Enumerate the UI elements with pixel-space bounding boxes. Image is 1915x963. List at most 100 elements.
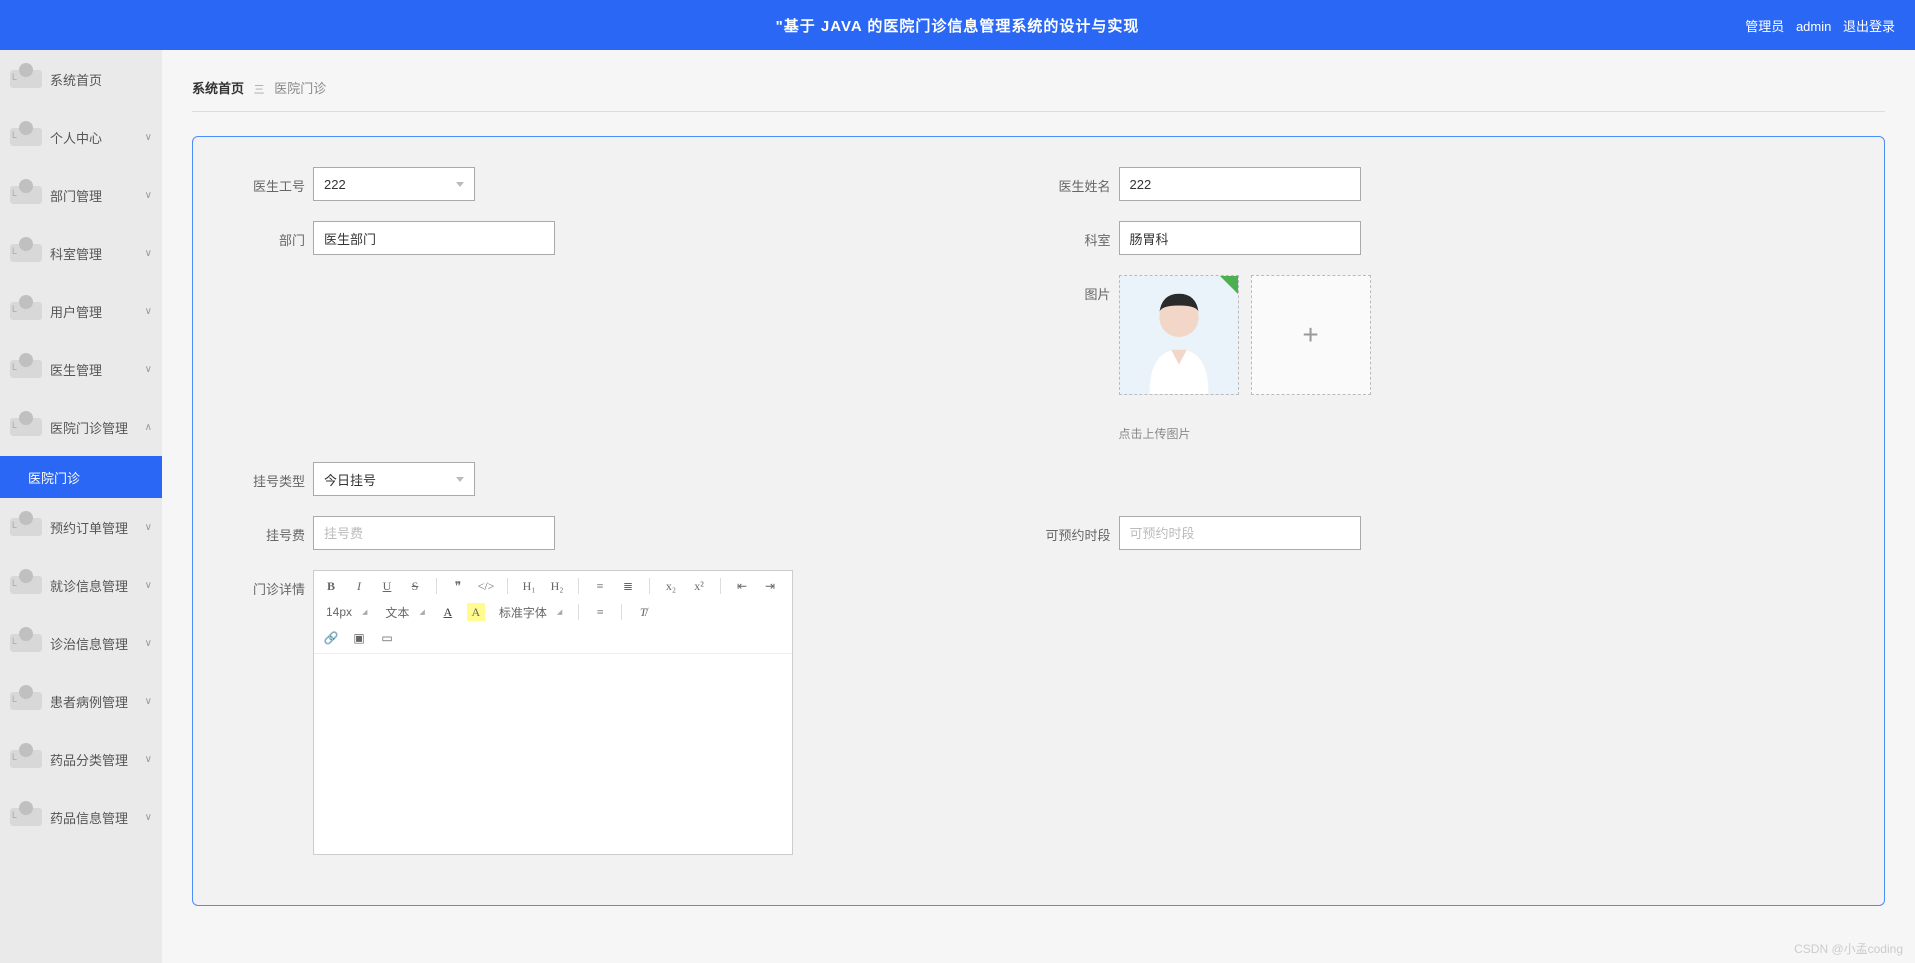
chevron-up-icon: ∧ xyxy=(145,422,152,433)
chevron-down-icon: ∨ xyxy=(145,522,152,533)
h2-icon[interactable]: H₂ xyxy=(548,577,566,595)
upload-hint: 点击上传图片 xyxy=(1119,425,1459,442)
sidebar-item-药品分类管理[interactable]: 药品分类管理∨ xyxy=(0,730,162,788)
office-input[interactable] xyxy=(1119,221,1361,255)
reg-fee-label: 挂号费 xyxy=(233,516,313,544)
uploaded-image-thumbnail[interactable] xyxy=(1119,275,1239,395)
sidebar-item-药品信息管理[interactable]: 药品信息管理∨ xyxy=(0,788,162,846)
menu-icon xyxy=(10,518,42,536)
breadcrumb-separator: 三 xyxy=(254,84,265,96)
toolbar-separator xyxy=(578,578,579,594)
menu-icon xyxy=(10,70,42,88)
menu-icon xyxy=(10,634,42,652)
chevron-down-icon: ∨ xyxy=(145,754,152,765)
time-slot-input[interactable] xyxy=(1119,516,1361,550)
sidebar-item-label: 预约订单管理 xyxy=(50,518,128,537)
doctor-id-label: 医生工号 xyxy=(233,167,313,195)
plus-icon: + xyxy=(1302,319,1318,351)
chevron-down-icon: ∨ xyxy=(145,364,152,375)
menu-icon xyxy=(10,244,42,262)
watermark-text: CSDN @小孟coding xyxy=(1794,940,1903,957)
sidebar-item-医院门诊[interactable]: 医院门诊 xyxy=(0,456,162,498)
logout-link[interactable]: 退出登录 xyxy=(1843,19,1895,34)
video-icon[interactable]: ▭ xyxy=(378,629,396,647)
quote-icon[interactable]: ❞ xyxy=(449,577,467,595)
chevron-down-icon: ∨ xyxy=(145,248,152,259)
sidebar-item-label: 科室管理 xyxy=(50,244,102,263)
doctor-photo-icon xyxy=(1120,276,1238,394)
clear-format-icon[interactable]: T̸ xyxy=(634,603,652,621)
breadcrumb: 系统首页 三 医院门诊 xyxy=(192,70,1885,112)
italic-icon[interactable]: I xyxy=(350,577,368,595)
bold-icon[interactable]: B xyxy=(322,577,340,595)
sidebar-item-label: 部门管理 xyxy=(50,186,102,205)
font-family-select[interactable]: 标准字体 xyxy=(495,604,566,621)
font-color-icon[interactable]: A xyxy=(439,603,457,621)
image-upload-button[interactable]: + xyxy=(1251,275,1371,395)
breadcrumb-home[interactable]: 系统首页 xyxy=(192,81,244,96)
menu-icon xyxy=(10,360,42,378)
form-panel: 医生工号 222 医生姓名 部门 xyxy=(192,136,1885,906)
toolbar-separator xyxy=(578,604,579,620)
menu-icon xyxy=(10,128,42,146)
chevron-down-icon: ∨ xyxy=(145,812,152,823)
underline-icon[interactable]: U xyxy=(378,577,396,595)
sidebar-item-患者病例管理[interactable]: 患者病例管理∨ xyxy=(0,672,162,730)
outdent-icon[interactable]: ⇤ xyxy=(733,577,751,595)
link-icon[interactable]: 🔗 xyxy=(322,629,340,647)
sidebar-item-诊治信息管理[interactable]: 诊治信息管理∨ xyxy=(0,614,162,672)
image-label: 图片 xyxy=(1039,275,1119,303)
highlight-icon[interactable]: A xyxy=(467,603,485,621)
doctor-name-label: 医生姓名 xyxy=(1039,167,1119,195)
user-name: admin xyxy=(1796,19,1831,34)
rich-text-editor: B I U S ❞ </> H₁ H₂ ≡ xyxy=(313,570,793,855)
chevron-down-icon: ∨ xyxy=(145,132,152,143)
code-icon[interactable]: </> xyxy=(477,577,495,595)
office-label: 科室 xyxy=(1039,221,1119,249)
subscript-icon[interactable]: x₂ xyxy=(662,577,680,595)
toolbar-separator xyxy=(720,578,721,594)
user-role: 管理员 xyxy=(1745,19,1784,34)
sidebar-item-科室管理[interactable]: 科室管理 ∨ xyxy=(0,224,162,282)
toolbar-separator xyxy=(507,578,508,594)
menu-icon xyxy=(10,692,42,710)
indent-icon[interactable]: ⇥ xyxy=(761,577,779,595)
h1-icon[interactable]: H₁ xyxy=(520,577,538,595)
menu-icon xyxy=(10,808,42,826)
detail-label: 门诊详情 xyxy=(233,570,313,598)
image-icon[interactable]: ▣ xyxy=(350,629,368,647)
doctor-name-input[interactable] xyxy=(1119,167,1361,201)
sidebar-item-label: 诊治信息管理 xyxy=(50,634,128,653)
sidebar-item-医生管理[interactable]: 医生管理 ∨ xyxy=(0,340,162,398)
sidebar-item-用户管理[interactable]: 用户管理 ∨ xyxy=(0,282,162,340)
app-title: "基于 JAVA 的医院门诊信息管理系统的设计与实现 xyxy=(776,15,1140,36)
reg-type-select[interactable]: 今日挂号 xyxy=(313,462,475,496)
sidebar-item-label: 用户管理 xyxy=(50,302,102,321)
strikethrough-icon[interactable]: S xyxy=(406,577,424,595)
editor-toolbar: B I U S ❞ </> H₁ H₂ ≡ xyxy=(314,571,792,654)
sidebar-item-个人中心[interactable]: 个人中心∨ xyxy=(0,108,162,166)
sidebar-item-部门管理[interactable]: 部门管理∨ xyxy=(0,166,162,224)
font-size-select[interactable]: 14px xyxy=(322,605,371,619)
menu-icon xyxy=(10,186,42,204)
editor-content-area[interactable] xyxy=(314,654,792,854)
sidebar-item-label: 医生管理 xyxy=(50,360,102,379)
align-icon[interactable]: ≡ xyxy=(591,603,609,621)
sidebar-item-label: 系统首页 xyxy=(50,70,102,89)
chevron-down-icon: ∨ xyxy=(145,306,152,317)
ordered-list-icon[interactable]: ≡ xyxy=(591,577,609,595)
reg-type-label: 挂号类型 xyxy=(233,462,313,490)
reg-fee-input[interactable] xyxy=(313,516,555,550)
toolbar-separator xyxy=(621,604,622,620)
unordered-list-icon[interactable]: ≣ xyxy=(619,577,637,595)
sidebar-item-就诊信息管理[interactable]: 就诊信息管理∨ xyxy=(0,556,162,614)
sidebar-item-预约订单管理[interactable]: 预约订单管理 ∨ xyxy=(0,498,162,556)
toolbar-separator xyxy=(649,578,650,594)
menu-icon xyxy=(10,418,42,436)
department-input[interactable] xyxy=(313,221,555,255)
doctor-id-select[interactable]: 222 xyxy=(313,167,475,201)
superscript-icon[interactable]: x² xyxy=(690,577,708,595)
sidebar-item-医院门诊管理[interactable]: 医院门诊管理∧ xyxy=(0,398,162,456)
sidebar-item-系统首页[interactable]: 系统首页 xyxy=(0,50,162,108)
text-type-select[interactable]: 文本 xyxy=(381,604,428,621)
